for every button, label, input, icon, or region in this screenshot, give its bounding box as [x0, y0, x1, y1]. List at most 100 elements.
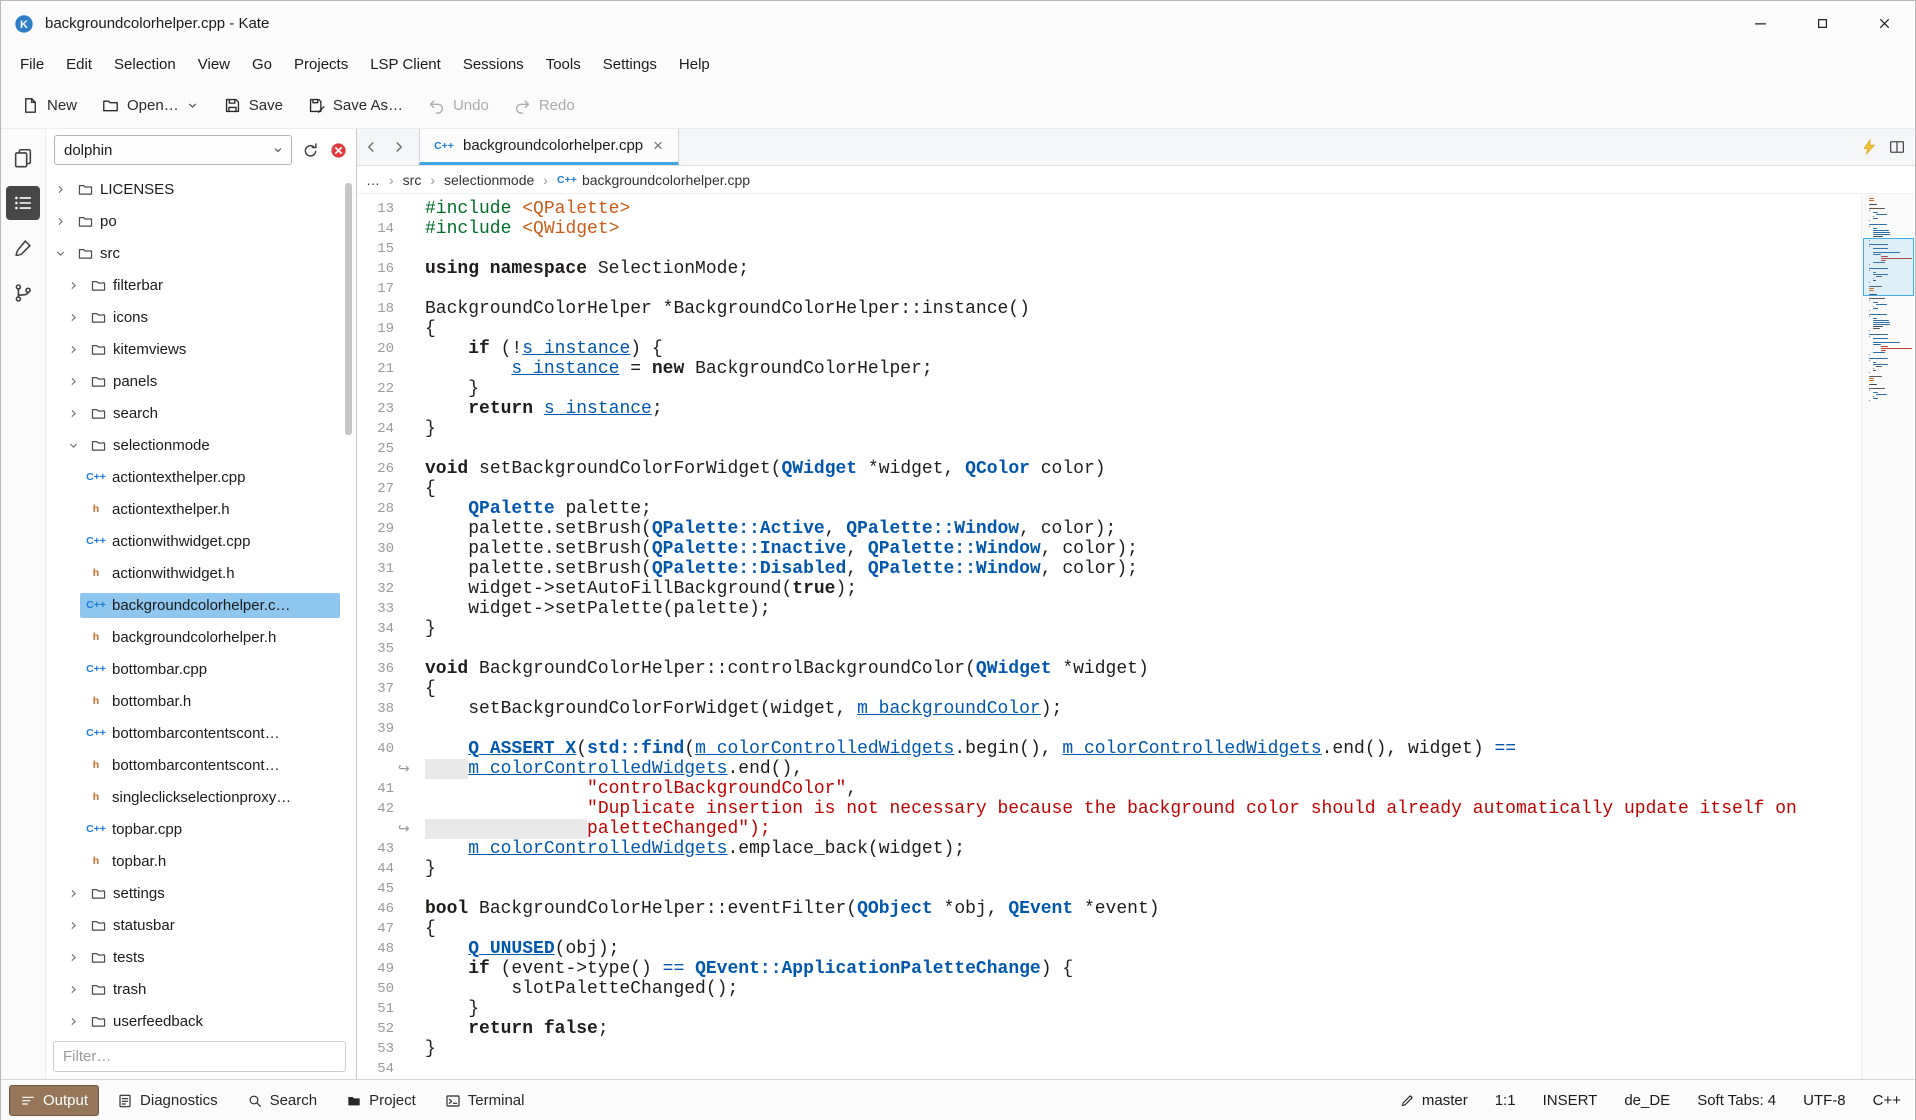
chevron-down-icon: [186, 99, 199, 112]
tree-item-userfeedback[interactable]: userfeedback: [46, 1005, 356, 1036]
new-button[interactable]: New: [11, 89, 87, 122]
tree-item-bottombarcontentscont[interactable]: C++bottombarcontentscont…: [46, 717, 356, 749]
menu-projects[interactable]: Projects: [283, 50, 359, 79]
menu-lsp-client[interactable]: LSP Client: [359, 50, 452, 79]
status-1-1[interactable]: 1:1: [1495, 1092, 1516, 1109]
cpp-file-icon: C++: [434, 140, 454, 152]
folder-icon: [90, 437, 107, 454]
tree-item-po[interactable]: po: [46, 205, 356, 237]
menu-file[interactable]: File: [9, 50, 55, 79]
tree-item-bottombarcontentscont[interactable]: hbottombarcontentscont…: [46, 749, 356, 781]
status-c[interactable]: C++: [1873, 1092, 1901, 1109]
menu-settings[interactable]: Settings: [592, 50, 668, 79]
project-filter-input[interactable]: [53, 1041, 346, 1072]
sidebar-tool-git-branch[interactable]: [6, 276, 40, 310]
status-panel-terminal[interactable]: Terminal: [434, 1085, 536, 1116]
status-insert[interactable]: INSERT: [1543, 1092, 1598, 1109]
sidebar-tool-documents[interactable]: [6, 141, 40, 175]
breadcrumb-selectionmode[interactable]: selectionmode: [444, 172, 534, 188]
status-utf-8[interactable]: UTF-8: [1803, 1092, 1846, 1109]
menu-help[interactable]: Help: [668, 50, 721, 79]
breadcrumb-backgroundcolorhelper-cpp[interactable]: C++backgroundcolorhelper.cpp: [557, 172, 750, 188]
tab-history-back-icon[interactable]: [357, 129, 385, 165]
breadcrumb: …›src›selectionmode›C++backgroundcolorhe…: [357, 166, 1915, 194]
tree-item-actiontexthelper-h[interactable]: hactiontexthelper.h: [46, 493, 356, 525]
tree-item-bottombar-cpp[interactable]: C++bottombar.cpp: [46, 653, 356, 685]
minimap[interactable]: [1861, 194, 1915, 1079]
tab-close-icon[interactable]: ×: [652, 137, 664, 154]
code-editor[interactable]: 13#include <QPalette>14#include <QWidget…: [357, 194, 1915, 1079]
breadcrumb-[interactable]: …: [366, 172, 380, 188]
code-line-17: 17: [357, 279, 1859, 299]
tree-item-topbar-cpp[interactable]: C++topbar.cpp: [46, 813, 356, 845]
project-tree-scrollbar[interactable]: [345, 183, 352, 435]
h-file-icon: h: [86, 759, 106, 771]
tree-item-filterbar[interactable]: filterbar: [46, 269, 356, 301]
tree-item-backgroundcolorhelper-c[interactable]: C++backgroundcolorhelper.c…: [46, 589, 356, 621]
tree-item-statusbar[interactable]: statusbar: [46, 909, 356, 941]
tree-item-bottombar-h[interactable]: hbottombar.h: [46, 685, 356, 717]
tree-item-singleclickselectionproxy[interactable]: hsingleclickselectionproxy…: [46, 781, 356, 813]
reload-project-icon[interactable]: [301, 141, 320, 160]
redo-button[interactable]: Redo: [503, 89, 585, 122]
status-panel-search[interactable]: Search: [236, 1085, 329, 1116]
menu-go[interactable]: Go: [241, 50, 283, 79]
tree-item-topbar-h[interactable]: htopbar.h: [46, 845, 356, 877]
chevron-right-icon: [67, 951, 80, 964]
menu-view[interactable]: View: [187, 50, 241, 79]
save-icon: [223, 96, 242, 115]
save-as-button[interactable]: Save As…: [297, 89, 413, 122]
tree-item-licenses[interactable]: LICENSES: [46, 173, 356, 205]
project-selector[interactable]: dolphin: [54, 135, 292, 165]
undo-button[interactable]: Undo: [417, 89, 499, 122]
minimap-viewport[interactable]: [1863, 238, 1914, 296]
line-number: 45: [357, 879, 394, 899]
tree-item-src[interactable]: src: [46, 237, 356, 269]
quick-open-bolt-icon[interactable]: [1860, 138, 1878, 156]
status-panel-output[interactable]: Output: [9, 1085, 99, 1116]
code-line-19: 19{: [357, 319, 1859, 339]
status-panel-project[interactable]: Project: [335, 1085, 427, 1116]
maximize-button[interactable]: [1791, 1, 1853, 46]
tree-item-settings[interactable]: settings: [46, 877, 356, 909]
tree-item-actionwithwidget-h[interactable]: hactionwithwidget.h: [46, 557, 356, 589]
status-master[interactable]: master: [1400, 1092, 1468, 1109]
tree-item-backgroundcolorhelper-h[interactable]: hbackgroundcolorhelper.h: [46, 621, 356, 653]
tree-item-tests[interactable]: tests: [46, 941, 356, 973]
tab-backgroundcolorhelper[interactable]: C++ backgroundcolorhelper.cpp ×: [419, 129, 679, 165]
split-view-icon[interactable]: [1888, 138, 1906, 156]
line-number: 44: [357, 859, 394, 879]
menu-edit[interactable]: Edit: [55, 50, 103, 79]
status-soft-tabs-4[interactable]: Soft Tabs: 4: [1697, 1092, 1776, 1109]
save-button[interactable]: Save: [213, 89, 293, 122]
tree-item-actionwithwidget-cpp[interactable]: C++actionwithwidget.cpp: [46, 525, 356, 557]
tree-item-search[interactable]: search: [46, 397, 356, 429]
status-bar: OutputDiagnosticsSearchProjectTerminal m…: [1, 1079, 1915, 1120]
documents-icon: [12, 147, 34, 169]
minimize-button[interactable]: [1729, 1, 1791, 46]
tree-item-panels[interactable]: panels: [46, 365, 356, 397]
close-project-icon[interactable]: [329, 141, 348, 160]
sidebar-tool-brush[interactable]: [6, 231, 40, 265]
menu-selection[interactable]: Selection: [103, 50, 187, 79]
status-panel-diagnostics[interactable]: Diagnostics: [106, 1085, 229, 1116]
menu-tools[interactable]: Tools: [535, 50, 592, 79]
tree-item-kitemviews[interactable]: kitemviews: [46, 333, 356, 365]
cpp-file-icon: C++: [86, 471, 106, 483]
output-icon: [20, 1093, 36, 1109]
status-de-de[interactable]: de_DE: [1624, 1092, 1670, 1109]
tree-item-actiontexthelper-cpp[interactable]: C++actiontexthelper.cpp: [46, 461, 356, 493]
line-number: 34: [357, 619, 394, 639]
close-button[interactable]: [1853, 1, 1915, 46]
cpp-file-icon: C++: [86, 663, 106, 675]
line-number: 18: [357, 299, 394, 319]
open-button[interactable]: Open…: [91, 89, 209, 122]
tab-history-forward-icon[interactable]: [385, 129, 413, 165]
menu-sessions[interactable]: Sessions: [452, 50, 535, 79]
tree-item-icons[interactable]: icons: [46, 301, 356, 333]
chevron-right-icon: [67, 311, 80, 324]
breadcrumb-src[interactable]: src: [403, 172, 422, 188]
sidebar-tool-project-list[interactable]: [6, 186, 40, 220]
tree-item-selectionmode[interactable]: selectionmode: [46, 429, 356, 461]
tree-item-trash[interactable]: trash: [46, 973, 356, 1005]
